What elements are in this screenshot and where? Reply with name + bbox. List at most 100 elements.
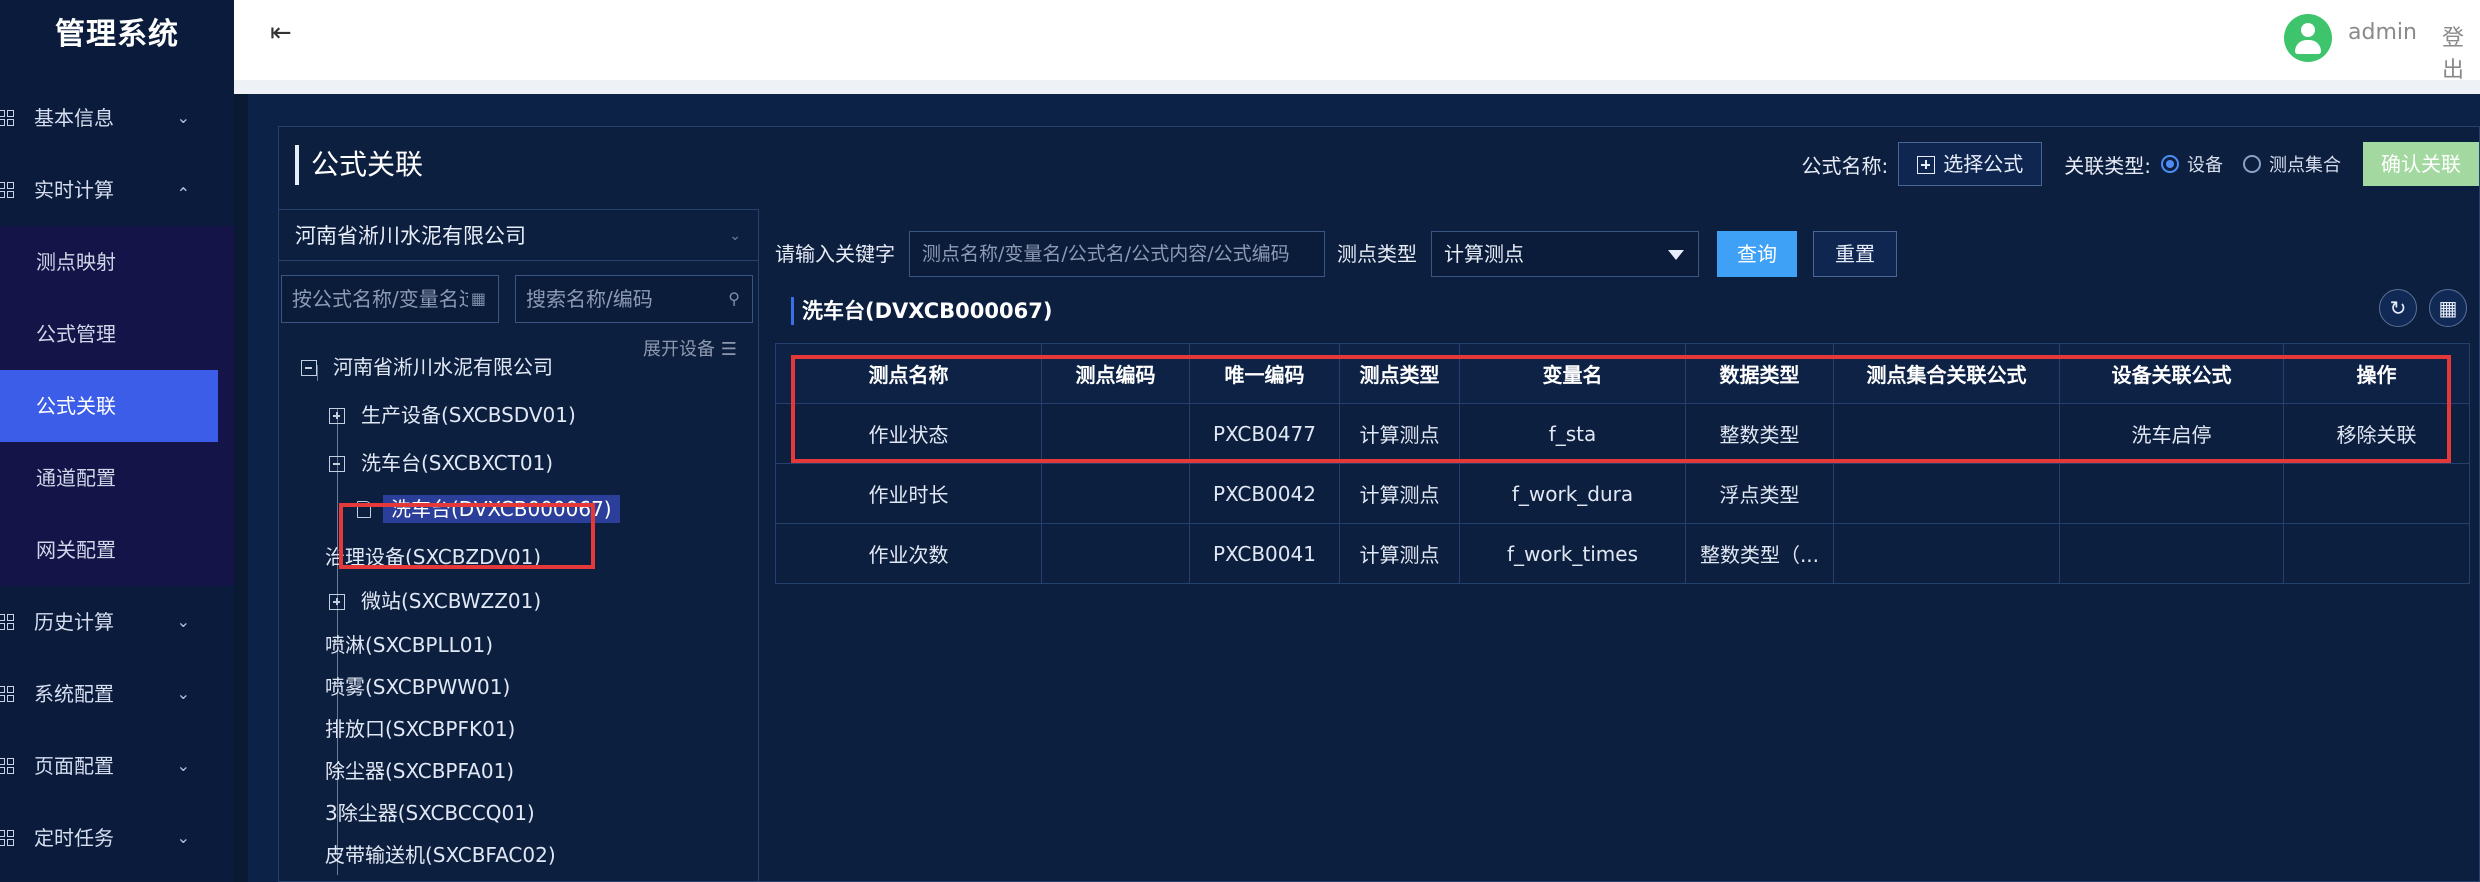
cell-device-formula bbox=[2059, 523, 2284, 584]
sidebar-item-label: 定时任务 bbox=[34, 826, 114, 850]
cell-point-name: 作业次数 bbox=[775, 523, 1042, 584]
cell-data-type: 整数类型（... bbox=[1685, 523, 1834, 584]
formula-filter-placeholder: 按公式名称/变量名过滤 bbox=[292, 287, 468, 311]
select-formula-button[interactable]: 选择公式 bbox=[1898, 142, 2043, 186]
chevron-down-icon: ⌄ bbox=[176, 612, 190, 631]
table-row[interactable]: 作业次数 PXCB0041 计算测点 f_work_times 整数类型（... bbox=[775, 523, 2470, 584]
device-title: 洗车台(DVXCB000067) bbox=[791, 297, 1052, 325]
logout-link[interactable]: 登出 bbox=[2442, 20, 2480, 84]
chevron-down-icon: ⌄ bbox=[176, 756, 190, 775]
grid-icon bbox=[0, 182, 14, 198]
keyword-placeholder: 测点名称/变量名/公式名/公式内容/公式编码 bbox=[922, 243, 1290, 265]
table-icon[interactable]: ▦ bbox=[471, 276, 486, 322]
query-button[interactable]: 查询 bbox=[1717, 231, 1797, 277]
radio-dot bbox=[2243, 155, 2261, 173]
tree-node-production[interactable]: 生产设备(SXCBSDV01) bbox=[329, 399, 576, 428]
radio-point-set[interactable]: 测点集合 bbox=[2243, 151, 2341, 177]
cell-point-code bbox=[1041, 523, 1190, 584]
sidebar: 管理系统 基本信息 ⌄ 实时计算 ⌃ 测点映射 公式管理 公式关联 通道配置 网… bbox=[0, 0, 234, 882]
tree-node-spray-l[interactable]: 喷淋(SXCBPLL01) bbox=[325, 629, 493, 658]
collapse-icon[interactable] bbox=[301, 360, 317, 376]
expand-icon[interactable] bbox=[329, 408, 345, 424]
tree-node-outlet[interactable]: 排放口(SXCBPFK01) bbox=[325, 713, 515, 742]
search-icon[interactable]: ⚲ bbox=[728, 276, 740, 322]
sidebar-item-label: 页面配置 bbox=[34, 754, 114, 778]
sidebar-subitem-formula-management[interactable]: 公式管理 bbox=[0, 298, 234, 370]
sidebar-item-system-config[interactable]: 系统配置 ⌄ bbox=[0, 658, 234, 730]
grid-icon bbox=[0, 686, 14, 702]
select-formula-label: 选择公式 bbox=[1943, 152, 2024, 176]
collapse-icon[interactable] bbox=[329, 456, 345, 472]
cell-set-formula bbox=[1833, 463, 2060, 524]
radio-point-set-label: 测点集合 bbox=[2269, 155, 2341, 176]
tree-node-spray-w[interactable]: 喷雾(SXCBPWW01) bbox=[325, 671, 510, 700]
sidebar-item-realtime-calc[interactable]: 实时计算 ⌃ bbox=[0, 154, 234, 226]
cell-variable: f_work_dura bbox=[1459, 463, 1686, 524]
refresh-icon[interactable]: ↻ bbox=[2379, 289, 2417, 327]
tree-node-root[interactable]: 河南省淅川水泥有限公司 bbox=[301, 351, 553, 380]
company-select-value: 河南省淅川水泥有限公司 bbox=[295, 224, 526, 248]
tree-node-dust3[interactable]: 3除尘器(SXCBCCQ01) bbox=[325, 797, 535, 826]
username[interactable]: admin bbox=[2348, 20, 2417, 45]
menu-collapse-icon[interactable]: ⇤ bbox=[270, 18, 292, 48]
point-type-value: 计算测点 bbox=[1444, 242, 1524, 266]
sidebar-item-scheduled-tasks[interactable]: 定时任务 ⌄ bbox=[0, 802, 234, 874]
sidebar-item-label: 基本信息 bbox=[34, 106, 114, 130]
tree-node-conveyor[interactable]: 皮带输送机(SXCBFAC02) bbox=[325, 839, 556, 868]
tree-node-wash-group[interactable]: 洗车台(SXCBXCT01) bbox=[329, 447, 553, 476]
grid-icon bbox=[0, 758, 14, 774]
sidebar-subitem-gateway-config[interactable]: 网关配置 bbox=[0, 514, 234, 586]
tree-node-label: 生产设备(SXCBSDV01) bbox=[361, 403, 576, 427]
cell-set-formula bbox=[1833, 523, 2060, 584]
plus-square-icon bbox=[1917, 156, 1936, 174]
keyword-input[interactable]: 测点名称/变量名/公式名/公式内容/公式编码 bbox=[909, 231, 1325, 277]
cell-data-type: 浮点类型 bbox=[1685, 463, 1834, 524]
grid-icon bbox=[0, 110, 14, 126]
sidebar-item-basic-info[interactable]: 基本信息 ⌄ bbox=[0, 82, 234, 154]
app-logo-title: 管理系统 bbox=[55, 17, 179, 52]
chevron-down-icon: ⌄ bbox=[176, 684, 190, 703]
columns-icon[interactable]: ▦ bbox=[2429, 289, 2467, 327]
cell-unique-code: PXCB0042 bbox=[1189, 463, 1340, 524]
chevron-up-icon: ⌃ bbox=[176, 184, 190, 203]
tree-node-micro-station[interactable]: 微站(SXCBWZZ01) bbox=[329, 585, 541, 614]
sidebar-subitem-channel-config[interactable]: 通道配置 bbox=[0, 442, 234, 514]
cell-unique-code: PXCB0041 bbox=[1189, 523, 1340, 584]
cell-point-code bbox=[1041, 463, 1190, 524]
table-row[interactable]: 作业时长 PXCB0042 计算测点 f_work_dura 浮点类型 bbox=[775, 463, 2470, 524]
cell-device-formula bbox=[2059, 463, 2284, 524]
radio-dot bbox=[2161, 155, 2179, 173]
name-search-input[interactable]: 搜索名称/编码 ⚲ bbox=[515, 275, 753, 323]
point-type-select[interactable]: 计算测点 bbox=[1431, 231, 1699, 277]
radio-device[interactable]: 设备 bbox=[2161, 151, 2223, 177]
formula-filter-input[interactable]: 按公式名称/变量名过滤 ▦ bbox=[281, 275, 499, 323]
sidebar-subitem-formula-association[interactable]: 公式关联 bbox=[0, 370, 218, 442]
sidebar-item-history-calc[interactable]: 历史计算 ⌄ bbox=[0, 586, 234, 658]
list-icon: ☰ bbox=[720, 339, 737, 360]
avatar[interactable] bbox=[2284, 14, 2332, 62]
chevron-down-icon: ⌄ bbox=[176, 108, 190, 127]
confirm-association-button[interactable]: 确认关联 bbox=[2363, 142, 2479, 186]
highlight-box-table bbox=[791, 355, 2451, 463]
sidebar-subitem-point-mapping[interactable]: 测点映射 bbox=[0, 226, 234, 298]
sidebar-item-label: 历史计算 bbox=[34, 610, 114, 634]
sidebar-item-page-config[interactable]: 页面配置 ⌄ bbox=[0, 730, 234, 802]
sidebar-item-label: 系统配置 bbox=[34, 682, 114, 706]
cell-variable: f_work_times bbox=[1459, 523, 1686, 584]
reset-button[interactable]: 重置 bbox=[1813, 231, 1897, 277]
tree-node-label: 洗车台(SXCBXCT01) bbox=[361, 451, 554, 475]
top-header: ⇤ admin 登出 bbox=[234, 0, 2480, 83]
highlight-box-tree bbox=[339, 503, 595, 569]
point-type-label: 测点类型 bbox=[1337, 242, 1417, 266]
formula-name-label: 公式名称: bbox=[1801, 153, 1889, 178]
expand-device-toggle[interactable]: 展开设备 ☰ bbox=[643, 335, 737, 361]
company-select[interactable]: 河南省淅川水泥有限公司 ⌄ bbox=[279, 209, 759, 261]
sidebar-item-label: 实时计算 bbox=[34, 178, 114, 202]
tree-node-dust[interactable]: 除尘器(SXCBPFA01) bbox=[325, 755, 514, 784]
expand-device-label: 展开设备 bbox=[643, 339, 715, 360]
expand-icon[interactable] bbox=[329, 594, 345, 610]
grid-icon bbox=[0, 830, 14, 846]
caret-down-icon bbox=[1668, 250, 1684, 260]
page-title: 公式关联 bbox=[295, 145, 423, 185]
name-search-placeholder: 搜索名称/编码 bbox=[526, 287, 653, 311]
